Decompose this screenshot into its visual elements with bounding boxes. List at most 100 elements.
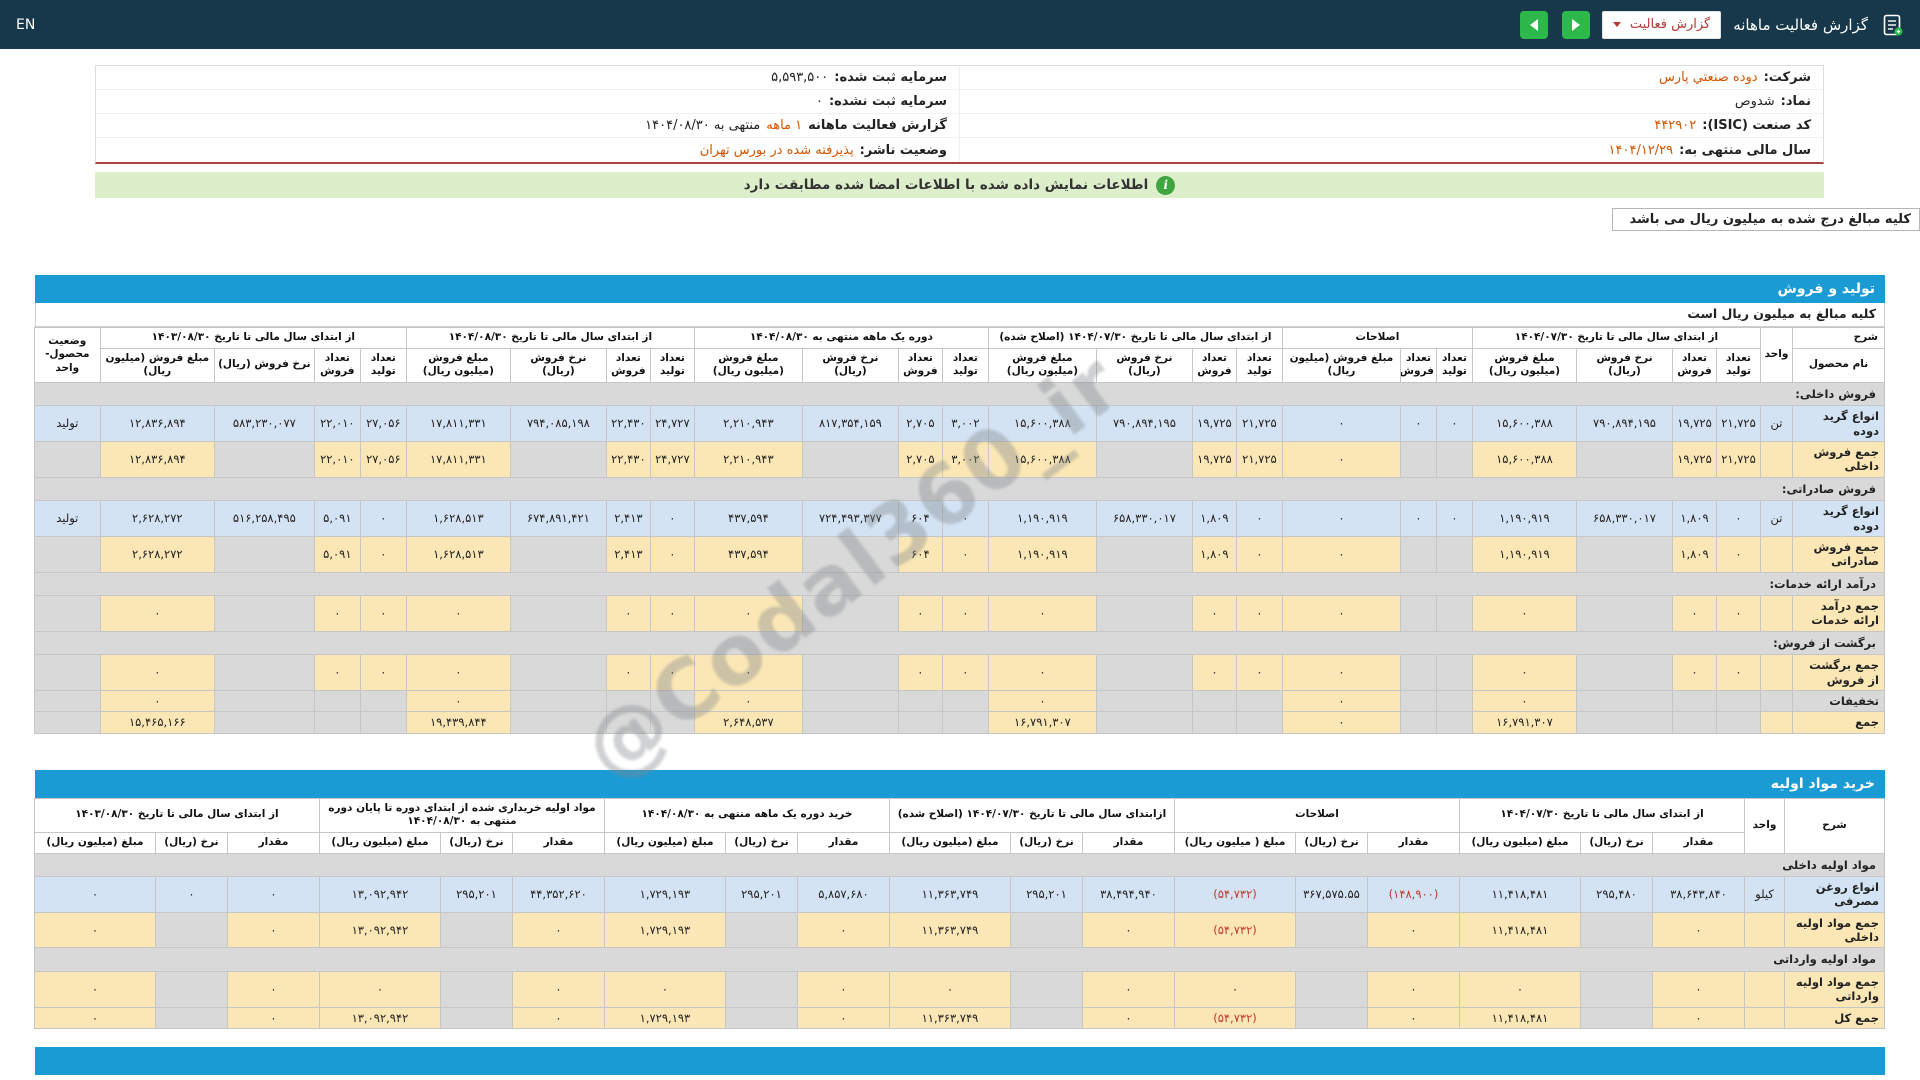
col-sub-header: نرخ (ریال): [725, 832, 797, 853]
col-sub-header: مقدار: [1368, 832, 1460, 853]
value-cell: ۰: [650, 655, 694, 691]
col-sub-header: تعداد تولید: [1436, 348, 1472, 382]
value-cell: [1400, 655, 1436, 691]
info-row: شرکت:دوده صنعتي پارس: [960, 66, 1823, 90]
value-cell: ۰: [1472, 655, 1576, 691]
value-cell: ۷۹۰,۸۹۴,۱۹۵: [1096, 406, 1192, 442]
value-cell: ۶۰۴: [898, 536, 942, 572]
col-sub-header: مقدار: [512, 832, 604, 853]
value-cell: [1096, 712, 1192, 733]
row-label: جمع برگشت از فروش: [1793, 655, 1885, 691]
value-cell: ۰: [1673, 655, 1717, 691]
value-cell: ۴۳۷,۵۹۴: [694, 536, 802, 572]
value-cell: ۷۹۴,۰۸۵,۱۹۸: [510, 406, 606, 442]
col-sub-header: نرخ (ریال): [1581, 832, 1653, 853]
value-cell: [1096, 655, 1192, 691]
value-cell: ۶۰۴: [898, 501, 942, 537]
table-row: انواع روغن مصرفیکیلو۳۸,۶۴۳,۸۴۰۲۹۵,۴۸۰۱۱,…: [34, 876, 1884, 912]
value-cell: [1236, 712, 1282, 733]
value-cell: ۱۹,۷۲۵: [1673, 406, 1717, 442]
value-cell: [802, 712, 898, 733]
value-cell: [942, 712, 988, 733]
value-cell: ۸۱۷,۳۵۴,۱۵۹: [802, 406, 898, 442]
row-label: جمع کل: [1785, 1007, 1885, 1028]
col-desc: شرح: [1785, 798, 1885, 853]
value-cell: ۰: [988, 596, 1096, 632]
value-cell: ۲۲,۰۱۰: [314, 406, 360, 442]
value-cell: ۰: [1673, 596, 1717, 632]
report-icon[interactable]: [1880, 13, 1904, 37]
language-toggle[interactable]: EN: [16, 17, 35, 33]
company-link[interactable]: دوده صنعتي پارس: [1659, 70, 1758, 85]
value-cell: ۱,۷۲۹,۱۹۳: [604, 1007, 725, 1028]
value-cell: [1673, 690, 1717, 711]
section-row-label: مواد اولیه داخلی: [34, 853, 1884, 876]
value-cell: ۲,۷۰۵: [898, 406, 942, 442]
value-cell: (۱۴۸,۹۰۰): [1368, 876, 1460, 912]
table-row: انواع گرید دودهتن۰۱,۸۰۹۶۵۸,۳۳۰,۰۱۷۱,۱۹۰,…: [34, 501, 1884, 537]
value-cell: ۰: [1400, 406, 1436, 442]
chevron-left-icon: [1530, 19, 1538, 31]
chevron-down-icon: [1613, 22, 1621, 27]
value-cell: ۰: [604, 971, 725, 1007]
value-cell: ۳۶۷,۵۷۵.۵۵: [1296, 876, 1368, 912]
value-cell: ۰: [1717, 536, 1761, 572]
unit-cell: [1761, 712, 1793, 733]
info-icon: i: [1156, 176, 1175, 195]
value-cell: [1577, 442, 1673, 478]
unit-cell: [1761, 655, 1793, 691]
table-row: جمع فروش صادراتی۰۱,۸۰۹۱,۱۹۰,۹۱۹۰۰۱,۸۰۹۱,…: [34, 536, 1884, 572]
info-label: سال مالی منتهی به:: [1679, 143, 1811, 158]
value-cell: [1400, 536, 1436, 572]
section-header-raw-materials: خرید مواد اولیه: [35, 770, 1885, 798]
value-cell: ۰: [1282, 655, 1400, 691]
value-cell: [1581, 971, 1653, 1007]
table-row: جمع۱۶,۷۹۱,۳۰۷۰۱۶,۷۹۱,۳۰۷۲,۶۴۸,۵۳۷۱۹,۴۳۹,…: [34, 712, 1884, 733]
value-cell: ۱۵,۶۰۰,۳۸۸: [988, 406, 1096, 442]
value-cell: ۱,۷۲۹,۱۹۳: [604, 912, 725, 948]
value-cell: [155, 1007, 227, 1028]
col-product: نام محصول: [1793, 348, 1885, 382]
value-cell: [1192, 712, 1236, 733]
row-label: جمع فروش داخلی: [1793, 442, 1885, 478]
value-cell: [1192, 690, 1236, 711]
value-cell: [802, 596, 898, 632]
value-cell: ۱۳,۰۹۲,۹۴۲: [319, 912, 440, 948]
value-cell: ۲۲,۴۳۰: [606, 406, 650, 442]
value-cell: [1581, 1007, 1653, 1028]
previous-report-button[interactable]: [1520, 11, 1548, 39]
value-cell: ۲۱,۷۲۵: [1717, 406, 1761, 442]
table-row: جمع کل۰۱۱,۴۱۸,۴۸۱۰(۵۴,۷۳۲)۰۱۱,۳۶۳,۷۴۹۰۱,…: [34, 1007, 1884, 1028]
table-row: فروش داخلی:: [34, 382, 1884, 405]
value-cell: ۱۵,۶۰۰,۳۸۸: [1472, 406, 1576, 442]
value-cell: (۵۴,۷۳۲): [1174, 1007, 1295, 1028]
value-cell: ۰: [942, 536, 988, 572]
value-cell: [510, 712, 606, 733]
col-unit: واحد: [1761, 328, 1793, 383]
value-cell: ۰: [797, 912, 889, 948]
value-cell: [510, 442, 606, 478]
value-cell: ۰: [1472, 596, 1576, 632]
col-status: وضعیت محصول-واحد: [34, 328, 100, 383]
col-sub-header: نرخ (ریال): [155, 832, 227, 853]
next-report-button[interactable]: [1562, 11, 1590, 39]
value-cell: ۱۱,۳۶۳,۷۴۹: [889, 912, 1010, 948]
unit-cell: [1745, 971, 1785, 1007]
table-row: درآمد ارائه خدمات:: [34, 572, 1884, 595]
col-sub-header: تعداد فروش: [1400, 348, 1436, 382]
col-sub-header: مبلغ (میلیون ریال): [319, 832, 440, 853]
value-cell: [314, 690, 360, 711]
value-cell: ۰: [650, 596, 694, 632]
value-cell: [1577, 536, 1673, 572]
value-cell: [214, 655, 314, 691]
value-cell: ۰: [1236, 501, 1282, 537]
value-cell: ۰: [1368, 971, 1460, 1007]
col-group-header: مواد اولیه خریداری شده از ابتدای دوره تا…: [319, 798, 604, 832]
value-cell: [725, 1007, 797, 1028]
value-cell: [1296, 912, 1368, 948]
report-type-dropdown[interactable]: گزارش فعالیت: [1602, 11, 1721, 39]
col-sub-header: مقدار: [797, 832, 889, 853]
value-cell: ۴۳۷,۵۹۴: [694, 501, 802, 537]
value-cell: [898, 712, 942, 733]
col-sub-header: نرخ فروش (ریال): [1577, 348, 1673, 382]
